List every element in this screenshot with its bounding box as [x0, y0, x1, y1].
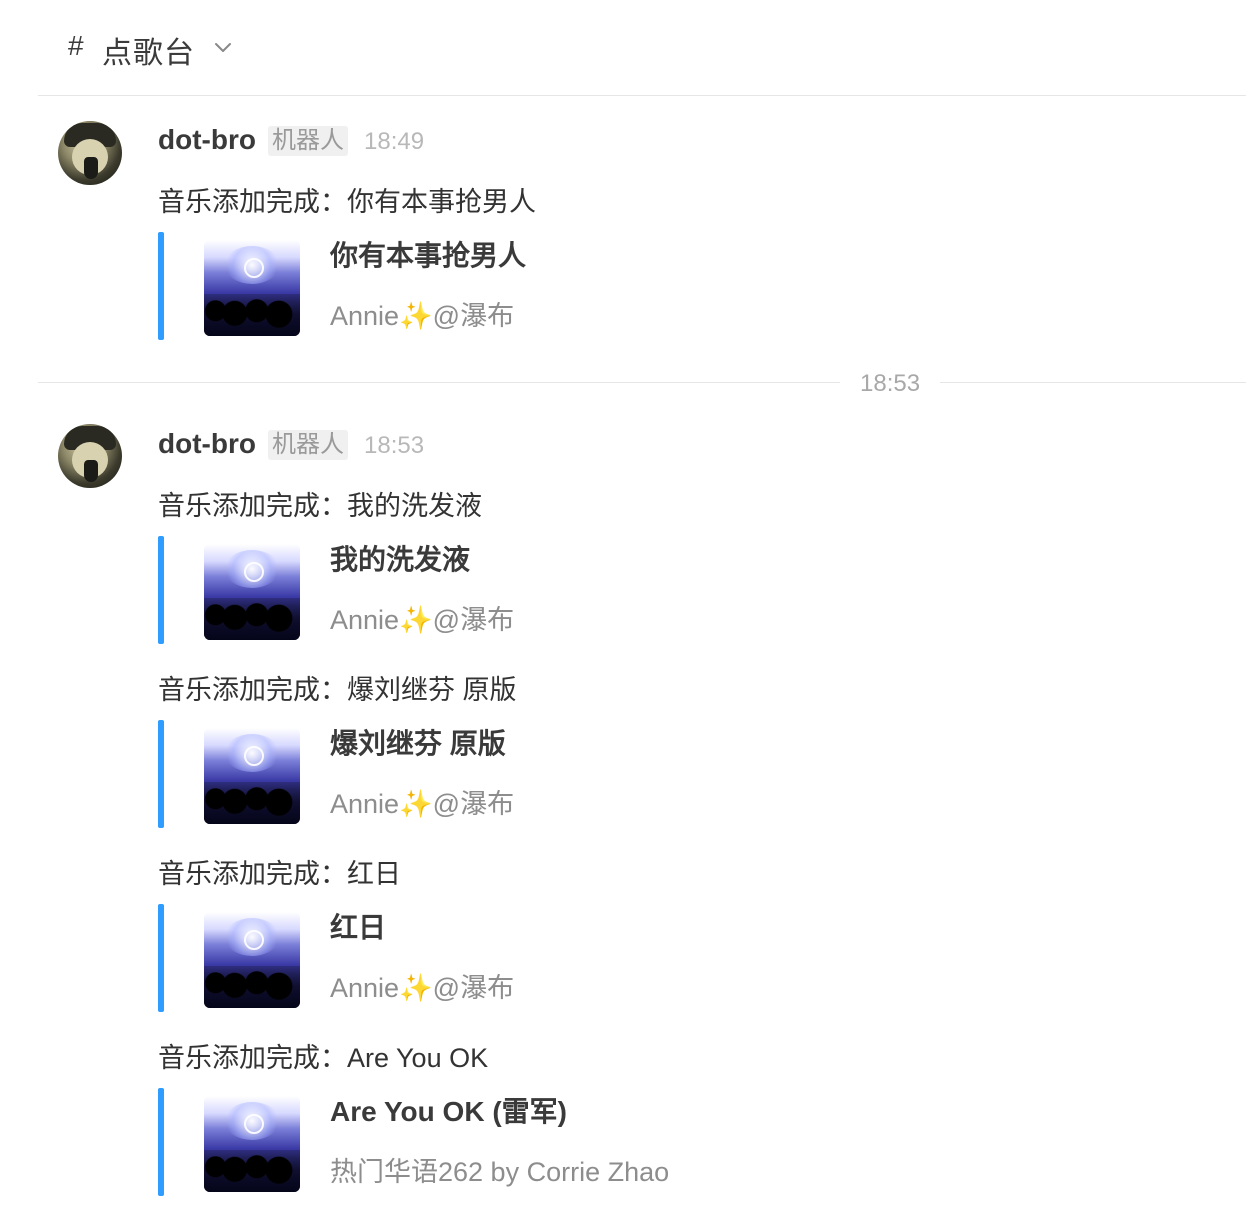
song-title: Are You OK (雷军)	[330, 1096, 567, 1127]
album-cover	[204, 1096, 300, 1192]
message-text: 音乐添加完成：Are You OK	[158, 1043, 489, 1073]
message-text: 音乐添加完成：我的洗发液	[158, 491, 482, 521]
song-artist: 热门华语262 by Corrie Zhao	[330, 1157, 670, 1187]
song-artist: Annie✨@瀑布	[330, 301, 515, 331]
author-name[interactable]: dot-bro	[158, 428, 256, 460]
time-divider: 18:53	[38, 370, 1246, 397]
album-cover	[204, 544, 300, 640]
message-time: 18:49	[364, 128, 425, 155]
song-title: 红日	[330, 912, 387, 943]
avatar[interactable]	[58, 121, 122, 185]
avatar[interactable]	[58, 424, 122, 488]
album-cover	[204, 912, 300, 1008]
music-card[interactable]: 我的洗发液 Annie✨@瀑布	[158, 536, 858, 644]
music-logo-icon	[244, 562, 264, 582]
song-artist: Annie✨@瀑布	[330, 789, 515, 819]
music-card[interactable]: 你有本事抢男人 Annie✨@瀑布	[158, 232, 858, 340]
message-text: 音乐添加完成：爆刘继芬 原版	[158, 675, 517, 705]
divider-time: 18:53	[860, 370, 921, 397]
card-accent-bar	[158, 1088, 164, 1196]
message-text: 音乐添加完成：你有本事抢男人	[158, 187, 536, 217]
album-cover	[204, 728, 300, 824]
music-card[interactable]: 爆刘继芬 原版 Annie✨@瀑布	[158, 720, 858, 828]
album-cover	[204, 240, 300, 336]
bot-badge: 机器人	[268, 126, 348, 156]
song-title: 你有本事抢男人	[330, 240, 527, 271]
song-artist: Annie✨@瀑布	[330, 605, 515, 635]
chevron-down-icon[interactable]	[212, 36, 234, 58]
card-accent-bar	[158, 720, 164, 828]
song-artist: Annie✨@瀑布	[330, 973, 515, 1003]
music-logo-icon	[244, 1114, 264, 1134]
music-logo-icon	[244, 258, 264, 278]
music-card[interactable]: 红日 Annie✨@瀑布	[158, 904, 858, 1012]
message-time: 18:53	[364, 432, 425, 459]
card-accent-bar	[158, 536, 164, 644]
music-card[interactable]: Are You OK (雷军) 热门华语262 by Corrie Zhao	[158, 1088, 858, 1196]
song-title: 我的洗发液	[330, 544, 471, 575]
channel-hash-icon: #	[68, 30, 84, 61]
message-text: 音乐添加完成：红日	[158, 859, 401, 889]
channel-header: # 点歌台	[38, 0, 1246, 96]
card-accent-bar	[158, 904, 164, 1012]
bot-badge: 机器人	[268, 430, 348, 460]
song-title: 爆刘继芬 原版	[330, 728, 506, 759]
music-logo-icon	[244, 930, 264, 950]
card-accent-bar	[158, 232, 164, 340]
channel-name[interactable]: 点歌台	[102, 28, 195, 72]
music-logo-icon	[244, 746, 264, 766]
author-name[interactable]: dot-bro	[158, 124, 256, 156]
